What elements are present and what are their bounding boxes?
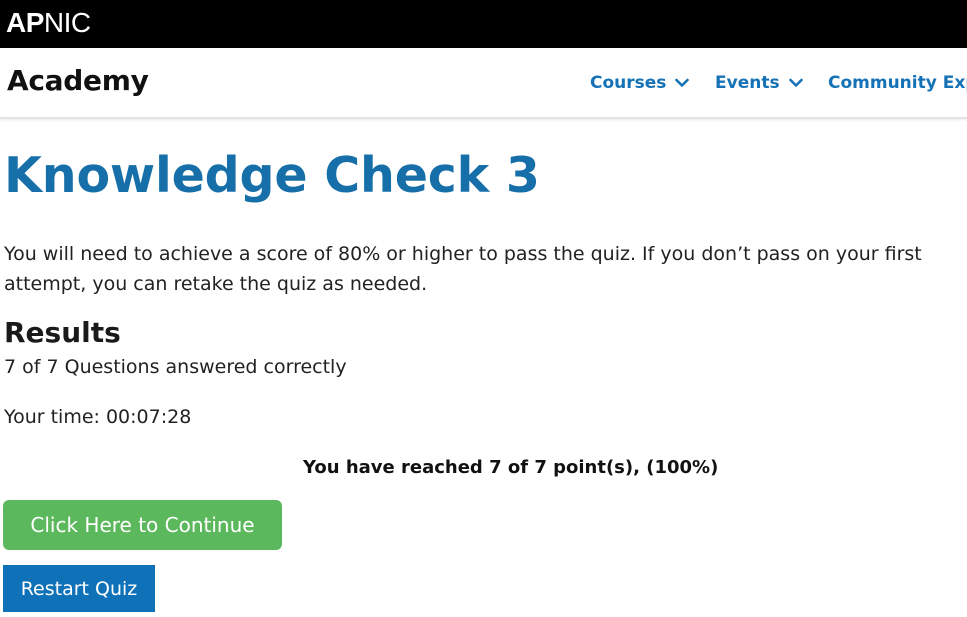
site-navbar: Academy Courses Events Community Expe (0, 48, 967, 119)
chevron-down-icon (788, 78, 803, 87)
results-heading: Results (4, 316, 121, 349)
nav-item-label: Community Expe (828, 73, 967, 93)
continue-button[interactable]: Click Here to Continue (3, 500, 282, 550)
academy-brand[interactable]: Academy (7, 64, 149, 97)
nav-item-community[interactable]: Community Expe (828, 73, 967, 93)
nav-item-courses[interactable]: Courses (590, 73, 690, 93)
logo-bold-text: AP (6, 7, 44, 38)
results-count: 7 of 7 Questions answered correctly (4, 356, 347, 378)
quiz-intro-text: You will need to achieve a score of 80% … (4, 243, 922, 295)
points-summary: You have reached 7 of 7 point(s), (100%) (303, 457, 719, 478)
nav-item-label: Events (715, 73, 780, 93)
quiz-time: Your time: 00:07:28 (4, 406, 192, 428)
apnic-logo[interactable]: APNIC (6, 6, 91, 40)
page-title: Knowledge Check 3 (4, 147, 540, 204)
nav-item-events[interactable]: Events (715, 73, 803, 93)
nav-item-label: Courses (590, 73, 667, 93)
top-bar: APNIC (0, 0, 967, 48)
chevron-down-icon (675, 78, 690, 87)
logo-light-text: NIC (43, 7, 91, 38)
restart-quiz-button[interactable]: Restart Quiz (3, 565, 155, 612)
